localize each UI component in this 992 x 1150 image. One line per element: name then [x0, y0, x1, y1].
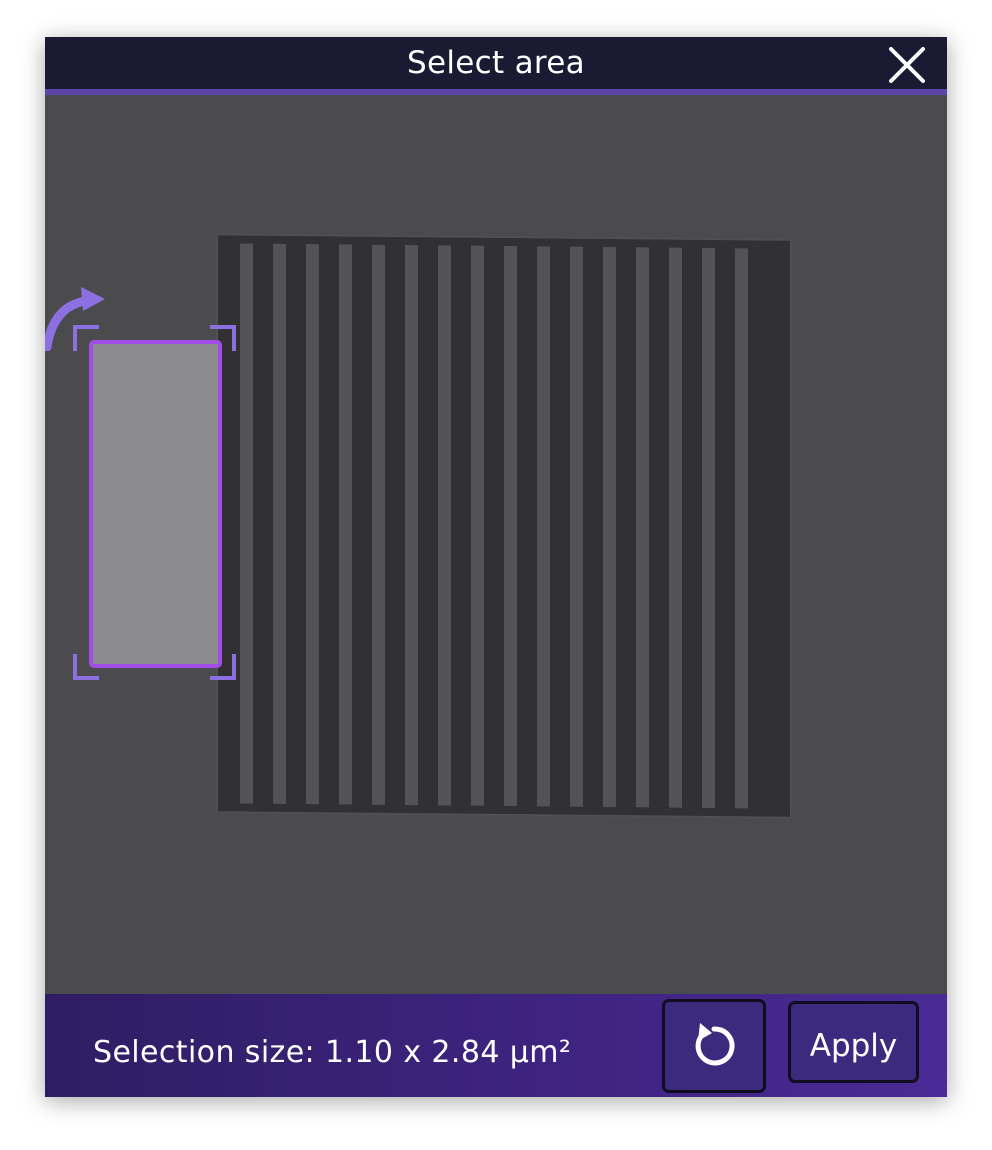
grating-stripe [603, 246, 616, 808]
grating-stripe [306, 244, 319, 805]
grating-stripe [405, 245, 418, 806]
grating-stripe [537, 246, 550, 807]
grating-stripe [372, 244, 385, 805]
grating-stripe [735, 248, 748, 809]
selection-rectangle[interactable] [89, 340, 222, 668]
dialog-title: Select area [407, 45, 585, 81]
grating-stripe [702, 247, 715, 809]
grating-stripe [669, 247, 682, 808]
dialog-titlebar: Select area [45, 37, 947, 95]
grating-stripe [240, 243, 253, 804]
grating-stripe [471, 245, 484, 806]
grating-stripe [504, 246, 517, 807]
grating-stripe [273, 243, 286, 804]
close-icon [889, 47, 925, 83]
reset-button[interactable] [662, 999, 766, 1093]
grating-stripe [636, 247, 649, 808]
grating-stripe [570, 246, 583, 807]
apply-button[interactable]: Apply [788, 1001, 919, 1083]
close-button[interactable] [887, 45, 927, 85]
select-area-dialog: Select area Selection size: 1.10 x 2.84 … [45, 37, 947, 1097]
grating-stripe [339, 244, 352, 805]
image-viewport[interactable] [45, 95, 947, 994]
selection-size-label: Selection size: 1.10 x 2.84 µm² [93, 1035, 572, 1070]
dialog-footer: Selection size: 1.10 x 2.84 µm² Apply [45, 994, 947, 1097]
reset-rotate-icon [695, 1023, 735, 1066]
grating-specimen [218, 235, 790, 817]
grating-stripe [438, 245, 451, 806]
